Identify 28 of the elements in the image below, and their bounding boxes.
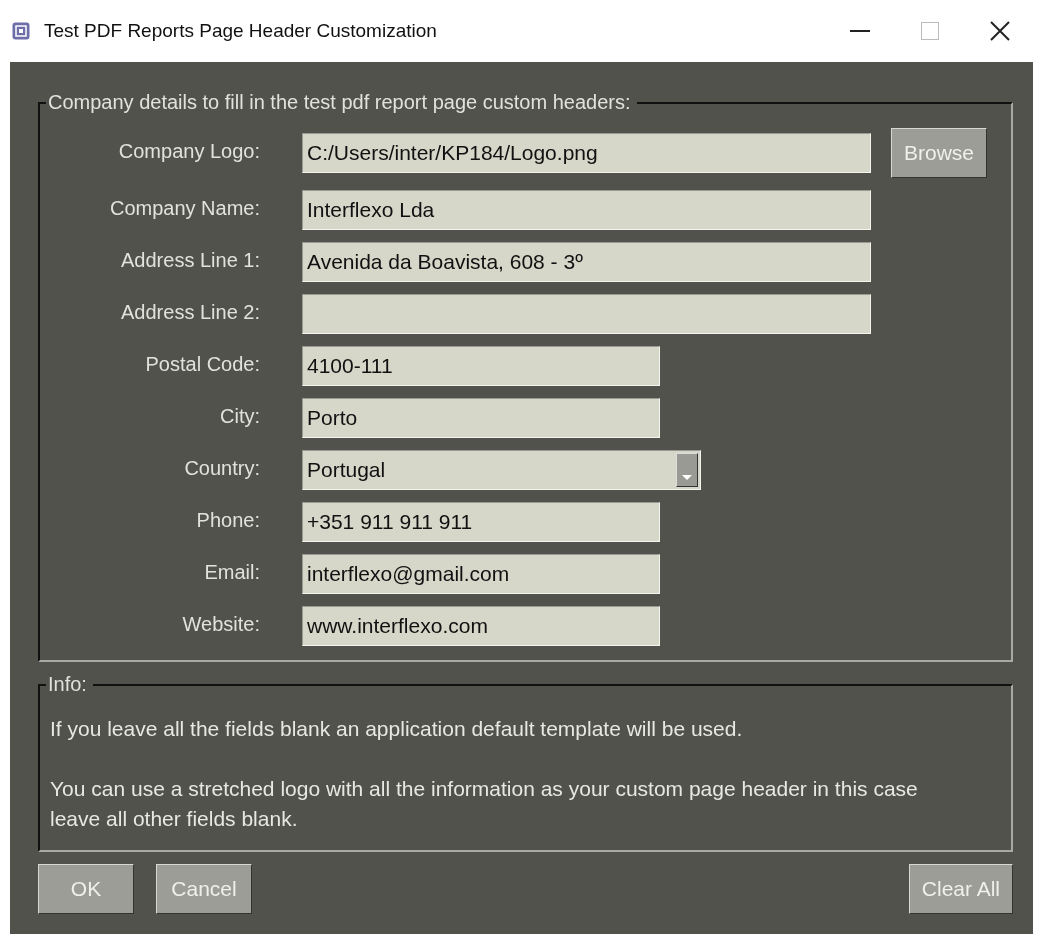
maximize-icon[interactable] [921,22,939,40]
input-field[interactable]: www.interflexo.com [302,606,660,646]
field-label: Postal Code: [145,352,260,376]
input-field[interactable]: 4100-111 [302,346,660,386]
field-label: Address Line 2: [121,300,260,324]
dropdown[interactable]: Portugal [302,450,701,490]
window-title: Test PDF Reports Page Header Customization [44,20,438,42]
field-label: Company Logo: [118,139,260,163]
input-field[interactable]: interflexo@gmail.com [302,554,660,594]
field-label: Phone: [196,508,260,532]
app-icon [12,22,30,40]
field-label: Country: [184,456,260,480]
field-label: Address Line 1: [121,248,260,272]
input-field[interactable] [302,294,871,334]
close-icon[interactable] [990,21,1010,41]
field-label: Email: [204,560,260,584]
info-text: If you leave all the fields blank an application default template will be used. [50,716,744,742]
field-label: Company Name: [109,196,260,220]
info-text: You can use a stretched logo with all the information as your custom page header in this case leave all other fields blank. [50,776,919,832]
input-field[interactable]: C:/Users/inter/KP184/Logo.png [302,133,871,173]
group-label: Company details to fill in the test pdf report page custom headers: [46,91,637,113]
field-label: City: [220,404,260,428]
field-label: Website: [182,612,260,636]
input-field[interactable]: Porto [302,398,660,438]
dropdown-arrow-icon[interactable] [682,475,692,480]
input-field[interactable]: Interflexo Lda [302,190,871,230]
input-field[interactable]: +351 911 911 911 [302,502,660,542]
input-field[interactable]: Avenida da Boavista, 608 - 3º [302,242,871,282]
